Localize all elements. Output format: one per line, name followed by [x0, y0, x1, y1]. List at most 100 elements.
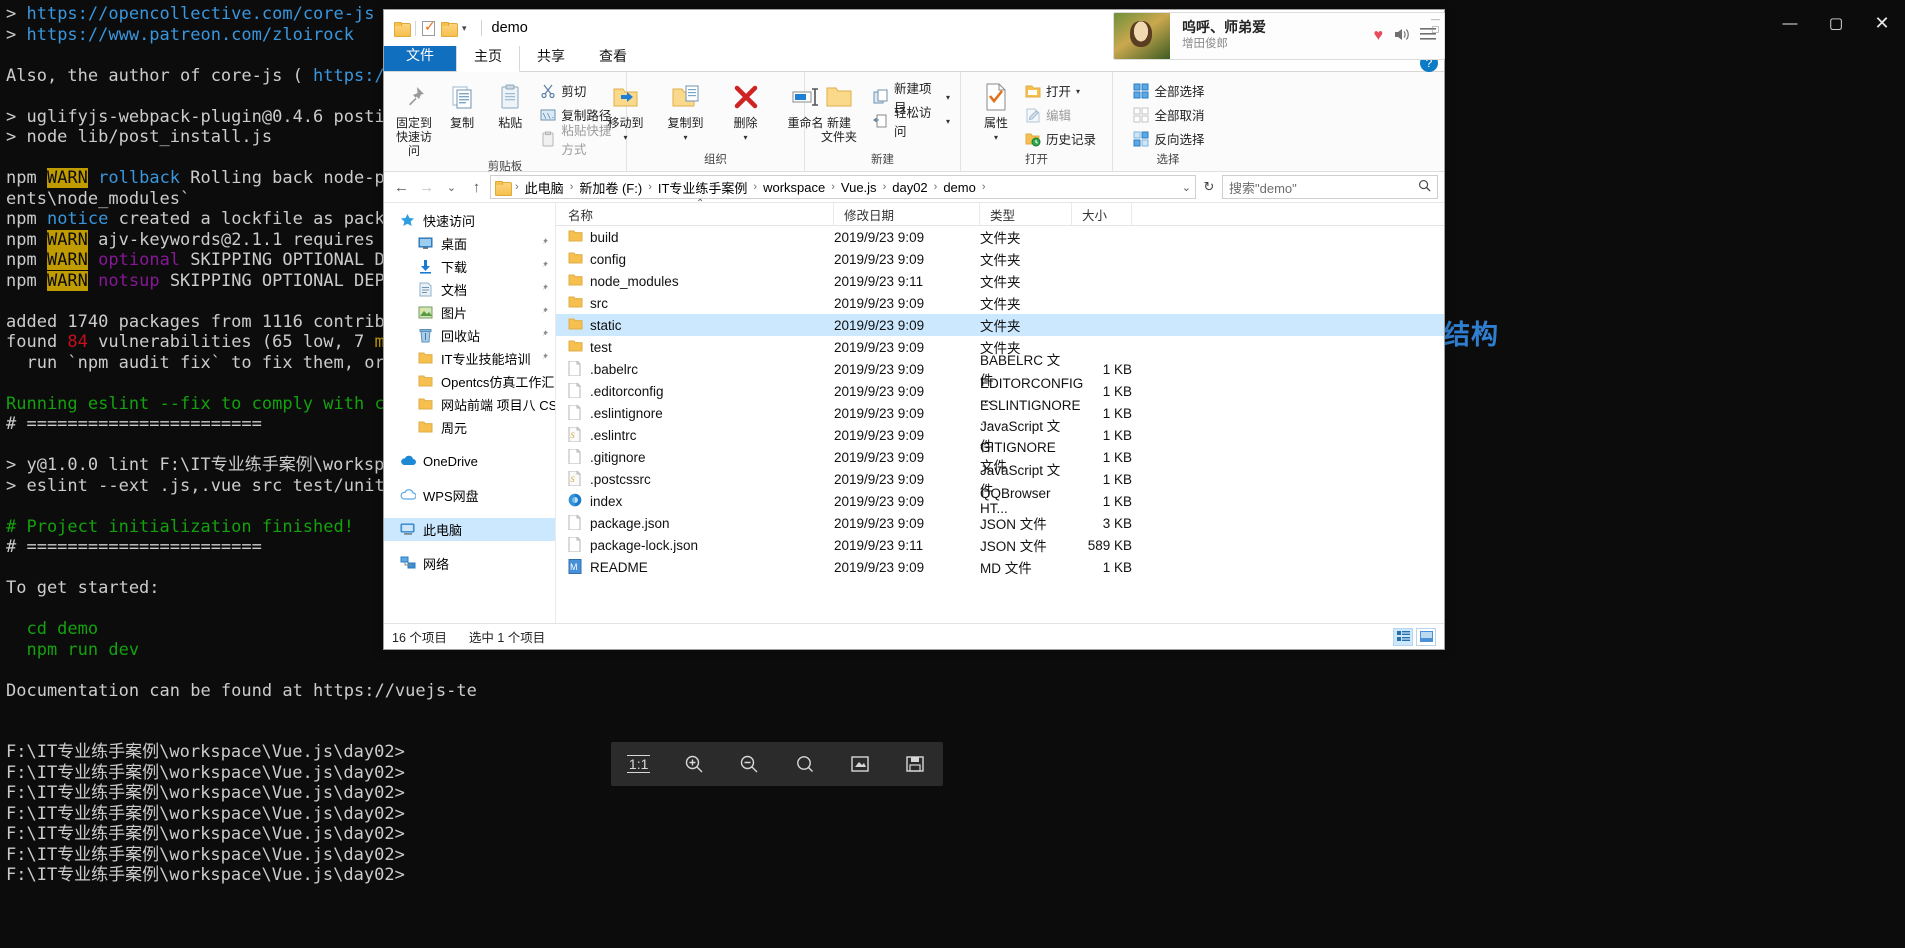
column-header-date[interactable]: 修改日期 — [834, 203, 980, 226]
sidebar-item-文档[interactable]: 文档 — [384, 278, 555, 301]
column-header-type[interactable]: 类型 — [980, 203, 1072, 226]
recent-locations-button[interactable]: ⌄ — [440, 176, 463, 198]
table-row[interactable]: package-lock.json2019/9/23 9:11JSON 文件58… — [556, 534, 1444, 556]
volume-icon[interactable] — [1393, 27, 1410, 46]
pin-icon[interactable] — [538, 306, 549, 319]
sidebar-item-WPS网盘[interactable]: WPS网盘 — [384, 484, 555, 507]
breadcrumb-item[interactable]: workspace — [760, 178, 828, 197]
chevron-down-icon[interactable]: ▾ — [623, 131, 627, 145]
sidebar-item-IT专业技能培训[interactable]: IT专业技能培训 — [384, 347, 555, 370]
sidebar-item-周元[interactable]: 周元 — [384, 416, 555, 439]
table-row[interactable]: package.json2019/9/23 9:09JSON 文件3 KB — [556, 512, 1444, 534]
table-row[interactable]: static2019/9/23 9:09文件夹 — [556, 314, 1444, 336]
maximize-button[interactable]: ▢ — [1813, 0, 1859, 46]
select-none-button[interactable]: 全部取消 — [1133, 104, 1204, 125]
crop-button[interactable] — [840, 749, 880, 779]
tab-view[interactable]: 查看 — [582, 42, 644, 71]
sidebar-item-图片[interactable]: 图片 — [384, 301, 555, 324]
chevron-down-icon[interactable]: ▾ — [946, 93, 950, 102]
chevron-down-icon[interactable]: ▾ — [683, 131, 687, 145]
pin-icon[interactable] — [538, 352, 549, 365]
close-button[interactable]: ✕ — [1859, 0, 1905, 46]
pin-icon[interactable] — [538, 260, 549, 273]
easy-access-button[interactable]: 轻松访问 ▾ — [873, 110, 950, 131]
sidebar-item-此电脑[interactable]: 此电脑 — [384, 518, 555, 541]
table-row[interactable]: node_modules2019/9/23 9:11文件夹 — [556, 270, 1444, 292]
invert-selection-button[interactable]: 反向选择 — [1133, 128, 1204, 149]
paste-button[interactable]: 粘贴 — [486, 76, 534, 130]
properties-check-icon[interactable] — [422, 21, 435, 36]
select-all-button[interactable]: 全部选择 — [1133, 80, 1204, 101]
breadcrumb-item[interactable]: 新加卷 (F:) — [576, 176, 645, 199]
doc-icon — [568, 449, 582, 465]
heart-icon[interactable]: ♥ — [1374, 27, 1384, 45]
chevron-down-icon[interactable]: ▾ — [1076, 87, 1080, 96]
table-row[interactable]: MREADME2019/9/23 9:09MD 文件1 KB — [556, 556, 1444, 578]
table-row[interactable]: config2019/9/23 9:09文件夹 — [556, 248, 1444, 270]
large-icons-view-icon[interactable] — [1416, 628, 1436, 646]
music-player-widget[interactable]: 呜呼、师弟爱 增田俊郎 ♥ — ▢ — [1113, 12, 1445, 60]
new-folder-icon[interactable] — [441, 22, 456, 35]
zoom-out-button[interactable] — [729, 749, 769, 779]
pin-icon[interactable]: pin-icon — [1721, 0, 1767, 46]
sidebar-item-网站前端-项目八-CS[interactable]: 网站前端 项目八 CS — [384, 393, 555, 416]
folder-icon[interactable] — [394, 22, 409, 35]
pin-icon[interactable] — [538, 329, 549, 342]
sidebar-item-Opentcs仿真工作汇[interactable]: Opentcs仿真工作汇 — [384, 370, 555, 393]
search-icon[interactable] — [1418, 179, 1431, 195]
sidebar-item-label: 网站前端 项目八 CS — [441, 395, 556, 414]
table-row[interactable]: src2019/9/23 9:09文件夹 — [556, 292, 1444, 314]
tab-share[interactable]: 共享 — [520, 42, 582, 71]
open-small-buttons: 打开 ▾ 编辑 历史记录 — [1019, 76, 1100, 149]
column-header-size[interactable]: 大小 — [1072, 203, 1132, 226]
sidebar-item-快速访问[interactable]: 快速访问 — [384, 209, 555, 232]
search-input[interactable]: 搜索"demo" — [1222, 175, 1438, 199]
sidebar-item-网络[interactable]: 网络 — [384, 552, 555, 575]
edit-button[interactable]: 编辑 — [1025, 104, 1096, 125]
select-small-buttons: 全部选择 全部取消 反向选择 — [1127, 76, 1208, 149]
minimize-button[interactable]: — — [1767, 0, 1813, 46]
reset-button[interactable] — [785, 749, 825, 779]
chevron-down-icon[interactable]: ▾ — [994, 131, 998, 145]
widget-maximize-button[interactable]: ▢ — [1431, 25, 1440, 34]
breadcrumb-item[interactable]: Vue.js — [838, 178, 880, 197]
breadcrumb-item[interactable]: 此电脑 — [522, 176, 567, 199]
breadcrumb-item[interactable]: demo — [940, 178, 979, 197]
table-row[interactable]: build2019/9/23 9:09文件夹 — [556, 226, 1444, 248]
details-view-icon[interactable] — [1393, 628, 1413, 646]
pin-icon[interactable] — [538, 237, 549, 250]
pin-to-quick-access-button[interactable]: 固定到 快速访问 — [390, 76, 438, 158]
breadcrumb-item[interactable]: day02 — [889, 178, 930, 197]
chevron-down-icon[interactable]: ▾ — [462, 23, 467, 34]
copy-to-button[interactable]: 复制到 ▾ — [656, 76, 716, 145]
save-button[interactable] — [895, 749, 935, 779]
move-to-button[interactable]: 移动到 ▾ — [596, 76, 656, 145]
actual-size-button[interactable]: 1:1 — [619, 749, 659, 779]
properties-button[interactable]: 属性 ▾ — [973, 76, 1019, 145]
widget-minimize-button[interactable]: — — [1431, 15, 1440, 24]
file-rows[interactable]: build2019/9/23 9:09文件夹config2019/9/23 9:… — [556, 226, 1444, 623]
history-button[interactable]: 历史记录 — [1025, 128, 1096, 149]
column-header-name[interactable]: 名称 — [556, 203, 834, 226]
address-dropdown-icon[interactable]: ⌄ — [1182, 181, 1191, 194]
forward-button[interactable]: → — [415, 176, 438, 198]
copy-button[interactable]: 复制 — [438, 76, 486, 130]
table-row[interactable]: index2019/9/23 9:09QQBrowser HT...1 KB — [556, 490, 1444, 512]
new-folder-button[interactable]: 新建 文件夹 — [811, 76, 867, 144]
refresh-button[interactable]: ↻ — [1198, 176, 1220, 198]
sidebar-item-回收站[interactable]: 回收站 — [384, 324, 555, 347]
zoom-in-button[interactable] — [674, 749, 714, 779]
breadcrumb-item[interactable]: IT专业练手案例 — [655, 176, 751, 199]
delete-button[interactable]: 删除 ▾ — [716, 76, 776, 145]
back-button[interactable]: ← — [390, 176, 413, 198]
chevron-down-icon[interactable]: ▾ — [743, 131, 747, 145]
chevron-down-icon[interactable]: ▾ — [946, 117, 950, 126]
sidebar-item-下载[interactable]: 下载 — [384, 255, 555, 278]
sidebar-item-桌面[interactable]: 桌面 — [384, 232, 555, 255]
up-button[interactable]: ↑ — [465, 176, 488, 198]
copy-to-icon — [671, 78, 701, 116]
pin-icon[interactable] — [538, 283, 549, 296]
open-button[interactable]: 打开 ▾ — [1025, 80, 1096, 101]
address-bar[interactable]: › 此电脑 › 新加卷 (F:) › IT专业练手案例 › workspace … — [490, 175, 1196, 199]
sidebar-item-OneDrive[interactable]: OneDrive — [384, 450, 555, 473]
